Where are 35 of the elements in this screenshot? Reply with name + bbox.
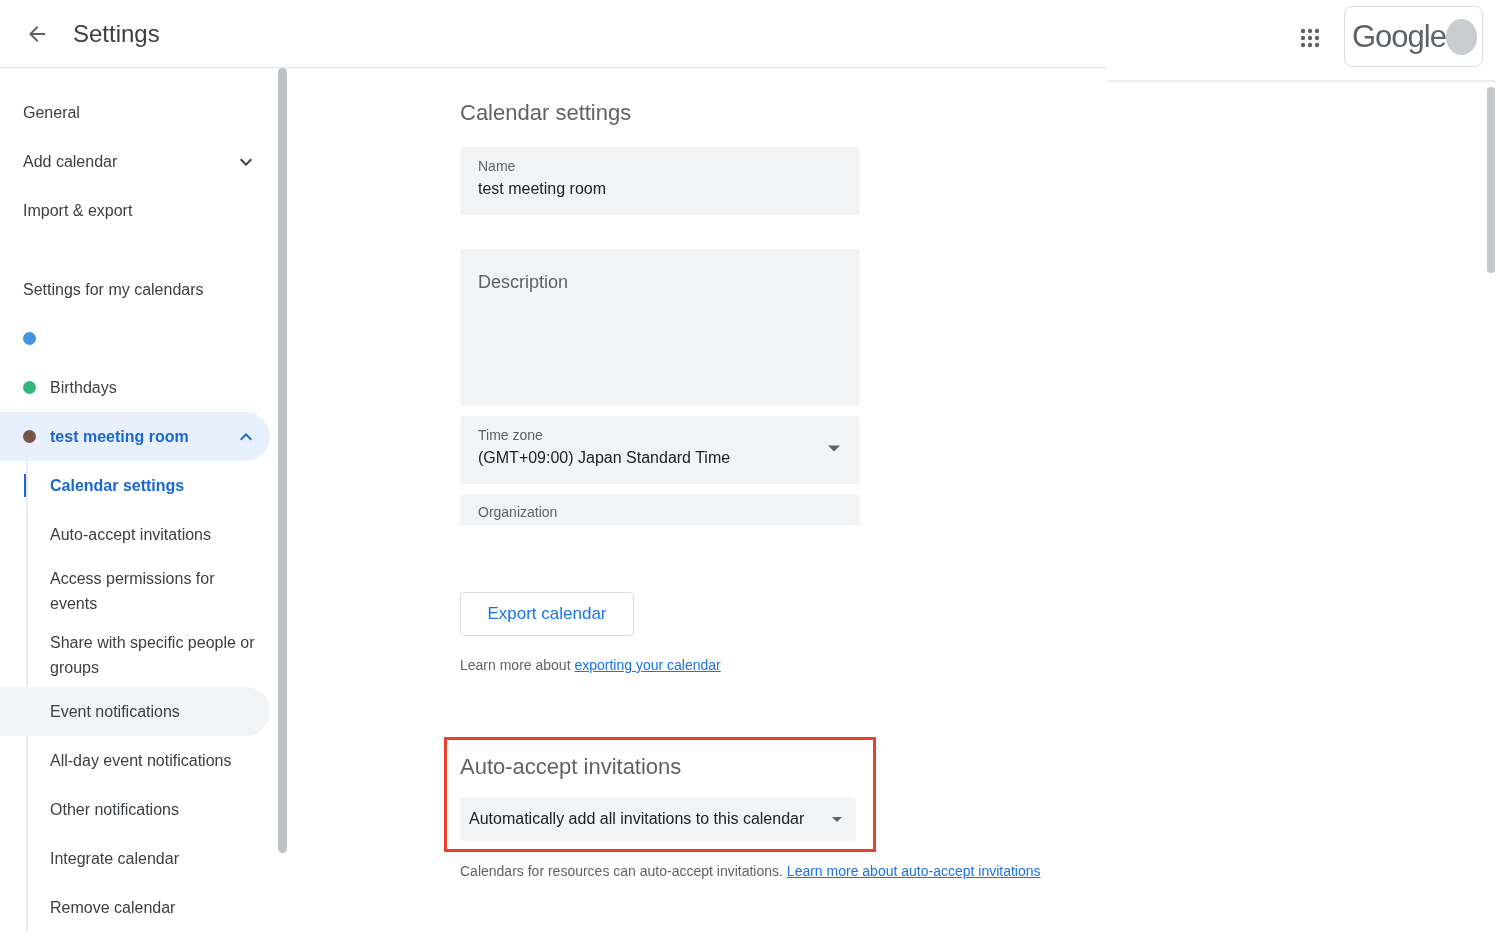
- avatar-icon: [1445, 18, 1477, 55]
- auto-accept-dropdown[interactable]: Automatically add all invitations to this calendar: [460, 797, 856, 841]
- scrollbar[interactable]: [278, 68, 287, 853]
- export-calendar-button[interactable]: Export calendar: [460, 592, 634, 636]
- export-help-link[interactable]: exporting your calendar: [574, 657, 721, 673]
- calendar-subitem[interactable]: Other notifications: [0, 785, 270, 834]
- calendar-subitem[interactable]: Integrate calendar: [0, 834, 270, 883]
- apps-grid-icon[interactable]: [1300, 28, 1320, 48]
- organization-field[interactable]: Organization: [460, 494, 860, 525]
- account-button[interactable]: Google: [1344, 6, 1483, 67]
- calendar-subitem[interactable]: Event notifications: [0, 687, 270, 736]
- calendar-item[interactable]: Birthdays: [0, 363, 270, 412]
- calendar-subitem[interactable]: Calendar settings: [0, 461, 270, 510]
- auto-accept-help-link[interactable]: Learn more about auto-accept invitations: [786, 863, 1041, 879]
- calendar-subitem[interactable]: Auto-accept invitations: [0, 510, 270, 559]
- time-zone-dropdown[interactable]: Time zone (GMT+09:00) Japan Standard Time: [460, 416, 860, 484]
- dropdown-caret-icon: [832, 816, 842, 822]
- sidebar-item[interactable]: General: [0, 88, 270, 137]
- scrollbar[interactable]: [1487, 87, 1495, 273]
- auto-accept-help-text: Calendars for resources can auto-accept invitations. Learn more about auto-accept invitations: [460, 863, 1041, 879]
- export-help-text: Learn more about exporting your calendar: [460, 657, 722, 673]
- sidebar-item[interactable]: Import & export: [0, 186, 270, 235]
- sidebar-item[interactable]: Add calendar: [23, 152, 234, 171]
- section-heading: Settings for my calendars: [22, 279, 205, 300]
- description-field[interactable]: Description: [460, 249, 860, 406]
- page-title: Settings: [73, 19, 160, 48]
- section-title: Auto-accept invitations: [460, 753, 683, 781]
- name-field[interactable]: Name test meeting room: [460, 147, 860, 215]
- calendar-subitem[interactable]: All-day event notifications: [0, 736, 270, 785]
- calendar-subitem[interactable]: Remove calendar: [0, 883, 270, 932]
- dropdown-caret-icon: [828, 445, 840, 452]
- section-title: Calendar settings: [460, 99, 633, 127]
- calendar-item[interactable]: test meeting room: [0, 412, 270, 461]
- calendar-subitem[interactable]: Share with specific people or groups: [0, 623, 270, 687]
- calendar-subitem[interactable]: Access permissions for events: [0, 559, 270, 623]
